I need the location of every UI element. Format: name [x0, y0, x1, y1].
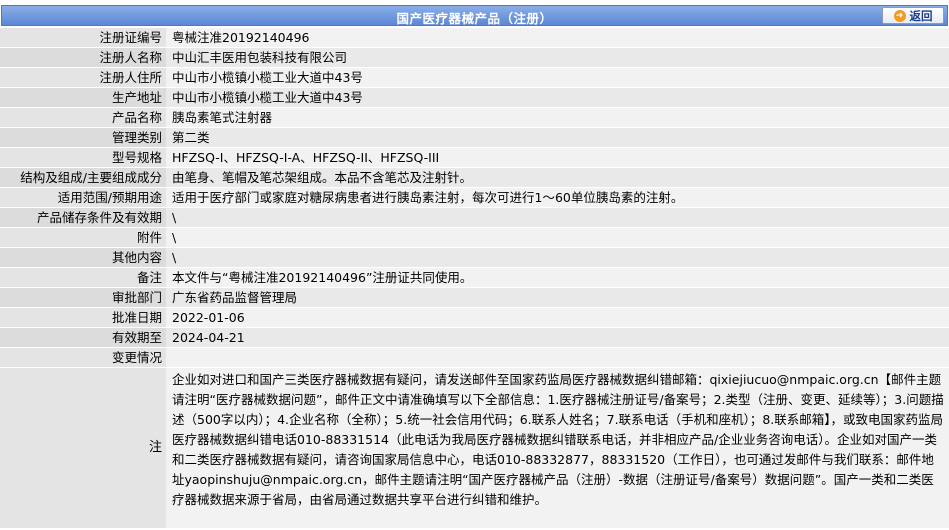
field-label: 附件	[0, 228, 166, 247]
table-row: 注册人名称 中山汇丰医用包装科技有限公司	[0, 48, 949, 68]
field-label: 产品名称	[0, 108, 166, 127]
field-value: 2024-04-21	[172, 330, 245, 345]
table-row: 注册人住所 中山市小榄镇小榄工业大道中43号	[0, 68, 949, 88]
note-text: 企业如对进口和国产三类医疗器械数据有疑问，请发送邮件至国家药监局医疗器械数据纠错…	[172, 372, 944, 507]
back-arrow-icon: ➜	[893, 9, 906, 22]
field-value: 第二类	[172, 130, 210, 145]
table-row: 管理类别 第二类	[0, 128, 949, 148]
table-row: 生产地址 中山市小榄镇小榄工业大道中43号	[0, 88, 949, 108]
note-label: 注	[0, 368, 166, 528]
field-label: 产品储存条件及有效期	[0, 208, 166, 227]
field-label: 生产地址	[0, 88, 166, 107]
field-value: HFZSQ-I、HFZSQ-I-A、HFZSQ-II、HFZSQ-III	[172, 150, 440, 165]
field-label: 有效期至	[0, 328, 166, 347]
field-label: 注册人住所	[0, 68, 166, 87]
field-value: \	[172, 250, 177, 265]
field-value: 适用于医疗部门或家庭对糖尿病患者进行胰岛素注射，每次可进行1～60单位胰岛素的注…	[172, 190, 684, 205]
field-label: 注册证编号	[0, 28, 166, 47]
page-title: 国产医疗器械产品（注册）	[396, 11, 553, 26]
field-value: 中山市小榄镇小榄工业大道中43号	[172, 70, 363, 85]
back-button-label: 返回	[909, 8, 933, 23]
field-value	[166, 348, 949, 367]
field-label: 变更情况	[0, 348, 166, 367]
field-value: 由笔身、笔帽及笔芯架组成。本品不含笔芯及注射针。	[172, 170, 473, 185]
field-value: 胰岛素笔式注射器	[172, 110, 273, 125]
detail-table: 注册证编号 粤械注准20192140496 注册人名称 中山汇丰医用包装科技有限公司注…	[0, 28, 949, 528]
table-row: 附件 \	[0, 228, 949, 248]
table-row: 注册证编号 粤械注准20192140496	[0, 28, 949, 48]
table-row: 备注 本文件与“粤械注准20192140496”注册证共同使用。	[0, 268, 949, 288]
table-row: 有效期至 2024-04-21	[0, 328, 949, 348]
field-value: 广东省药品监督管理局	[172, 290, 298, 305]
title-bar: 国产医疗器械产品（注册） ➜ 返回	[1, 5, 948, 26]
field-value: \	[172, 230, 177, 245]
field-label: 管理类别	[0, 128, 166, 147]
field-label: 注册人名称	[0, 48, 166, 67]
field-label: 备注	[0, 268, 166, 287]
table-row: 其他内容 \	[0, 248, 949, 268]
note-row: 注企业如对进口和国产三类医疗器械数据有疑问，请发送邮件至国家药监局医疗器械数据纠…	[0, 368, 949, 528]
field-label: 审批部门	[0, 288, 166, 307]
field-label: 批准日期	[0, 308, 166, 327]
field-value: 2022-01-06	[172, 310, 245, 325]
field-label: 结构及组成/主要组成成分	[0, 168, 166, 187]
field-value: 粤械注准20192140496	[172, 30, 310, 45]
field-value: 中山汇丰医用包装科技有限公司	[172, 50, 348, 65]
table-row: 结构及组成/主要组成成分 由笔身、笔帽及笔芯架组成。本品不含笔芯及注射针。	[0, 168, 949, 188]
table-row: 产品名称 胰岛素笔式注射器	[0, 108, 949, 128]
table-row: 批准日期 2022-01-06	[0, 308, 949, 328]
detail-page: 国产医疗器械产品（注册） ➜ 返回 注册证编号 粤械注准20192140496 注册…	[0, 0, 949, 530]
field-label: 适用范围/预期用途	[0, 188, 166, 207]
field-value: 中山市小榄镇小榄工业大道中43号	[172, 90, 363, 105]
back-button[interactable]: ➜ 返回	[882, 7, 944, 24]
field-label: 型号规格	[0, 148, 166, 167]
table-row: 变更情况	[0, 348, 949, 368]
table-row: 型号规格 HFZSQ-I、HFZSQ-I-A、HFZSQ-II、HFZSQ-III	[0, 148, 949, 168]
field-value: 本文件与“粤械注准20192140496”注册证共同使用。	[172, 270, 473, 285]
table-row: 产品储存条件及有效期 \	[0, 208, 949, 228]
field-value: \	[172, 210, 177, 225]
field-label: 其他内容	[0, 248, 166, 267]
table-row: 适用范围/预期用途 适用于医疗部门或家庭对糖尿病患者进行胰岛素注射，每次可进行1～…	[0, 188, 949, 208]
table-row: 审批部门 广东省药品监督管理局	[0, 288, 949, 308]
